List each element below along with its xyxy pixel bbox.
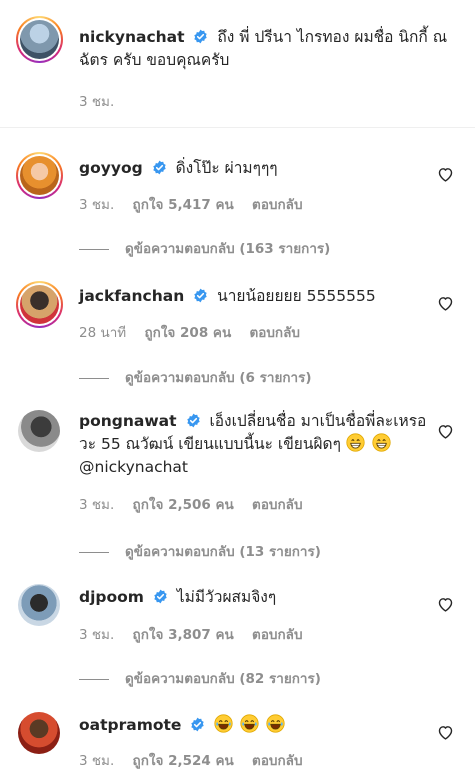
replies-line — [79, 377, 109, 379]
reply-button[interactable]: ตอบกลับ — [252, 627, 302, 643]
avatar[interactable] — [18, 712, 60, 754]
heart-icon[interactable] — [437, 166, 454, 183]
divider — [0, 127, 475, 128]
reply-button[interactable]: ตอบกลับ — [252, 497, 302, 513]
view-replies-button[interactable]: ดูข้อความตอบกลับ (6 รายการ) — [79, 366, 312, 388]
comment-username[interactable]: goyyog — [79, 159, 143, 177]
view-replies-button[interactable]: ดูข้อความตอบกลับ (163 รายการ) — [79, 237, 330, 259]
avatar[interactable] — [18, 410, 60, 452]
view-replies-label: ดูข้อความตอบกลับ (163 รายการ) — [125, 241, 331, 257]
view-replies-button[interactable]: ดูข้อความตอบกลับ (82 รายการ) — [79, 667, 321, 689]
comment-time[interactable]: 3 ชม. — [79, 197, 114, 213]
replies-line — [79, 678, 109, 680]
comment-time[interactable]: 3 ชม. — [79, 497, 114, 513]
comment-text: ดิ่งโป๊ะ ผ่ามๆๆๆ — [175, 159, 278, 177]
comment-likes[interactable]: ถูกใจ 3,807 คน — [133, 627, 234, 643]
heart-icon[interactable] — [437, 295, 454, 312]
comment-time[interactable]: 3 ชม. — [79, 627, 114, 643]
view-replies-label: ดูข้อความตอบกลับ (13 รายการ) — [125, 544, 321, 560]
comment-likes[interactable]: ถูกใจ 5,417 คน — [133, 197, 234, 213]
comment-item: pongnawat เอ็งเปลี่ยนชื่อ มาเป็นชื่อพี่ล… — [16, 410, 460, 515]
comment-likes[interactable]: ถูกใจ 2,506 คน — [133, 497, 234, 513]
comment-username[interactable]: pongnawat — [79, 412, 177, 430]
comment-likes[interactable]: ถูกใจ 2,524 คน — [133, 753, 234, 769]
verified-badge-icon — [193, 288, 208, 303]
view-replies-label: ดูข้อความตอบกลับ (82 รายการ) — [125, 671, 321, 687]
comment-item: oatpramote 3 ชม. ถูกใจ 2,524 คน ตอบกลับ — [16, 712, 460, 771]
heart-icon[interactable] — [437, 423, 454, 440]
heart-icon[interactable] — [437, 596, 454, 613]
comment-time[interactable]: 3 ชม. — [79, 753, 114, 769]
comment-item: djpoom ไม่มีวัวผสมจิงๆ 3 ชม. ถูกใจ 3,807… — [16, 584, 460, 645]
reply-button[interactable]: ตอบกลับ — [252, 197, 302, 213]
reply-button[interactable]: ตอบกลับ — [249, 325, 299, 341]
grinning-face-emoji — [346, 433, 365, 452]
avatar[interactable] — [18, 584, 60, 626]
replies-line — [79, 551, 109, 553]
replies-line — [79, 248, 109, 250]
caption-username[interactable]: nickynachat — [79, 28, 185, 46]
comment-text: ไม่มีวัวผสมจิงๆ — [176, 588, 277, 606]
mention-link[interactable]: @nickynachat — [79, 458, 188, 476]
comment-item: goyyog ดิ่งโป๊ะ ผ่ามๆๆๆ 3 ชม. ถูกใจ 5,41… — [16, 152, 460, 215]
heart-icon[interactable] — [437, 724, 454, 741]
comment-username[interactable]: djpoom — [79, 588, 144, 606]
verified-badge-icon — [152, 160, 167, 175]
grinning-face-emoji — [372, 433, 391, 452]
view-replies-button[interactable]: ดูข้อความตอบกลับ (13 รายการ) — [79, 540, 321, 562]
post-caption: nickynachat ถึง พี่ ปรีนา ไกรทอง ผมชื่อ … — [16, 16, 456, 112]
comment-likes[interactable]: ถูกใจ 208 คน — [144, 325, 231, 341]
comment-item: jackfanchan นายน้อยยยย 5555555 28 นาที ถ… — [16, 281, 460, 343]
tears-of-joy-emoji — [214, 714, 233, 733]
comment-text: นายน้อยยยย 5555555 — [217, 287, 376, 305]
tears-of-joy-emoji — [266, 714, 285, 733]
verified-badge-icon — [186, 413, 201, 428]
tears-of-joy-emoji — [240, 714, 259, 733]
verified-badge-icon — [153, 589, 168, 604]
view-replies-label: ดูข้อความตอบกลับ (6 รายการ) — [125, 370, 312, 386]
comment-username[interactable]: jackfanchan — [79, 287, 184, 305]
reply-button[interactable]: ตอบกลับ — [252, 753, 302, 769]
avatar[interactable] — [16, 16, 63, 63]
avatar[interactable] — [16, 152, 63, 199]
caption-time: 3 ชม. — [79, 94, 115, 110]
avatar[interactable] — [16, 281, 63, 328]
verified-badge-icon — [190, 717, 205, 732]
verified-badge-icon — [193, 29, 208, 44]
comment-username[interactable]: oatpramote — [79, 716, 181, 734]
comment-time[interactable]: 28 นาที — [79, 325, 126, 341]
